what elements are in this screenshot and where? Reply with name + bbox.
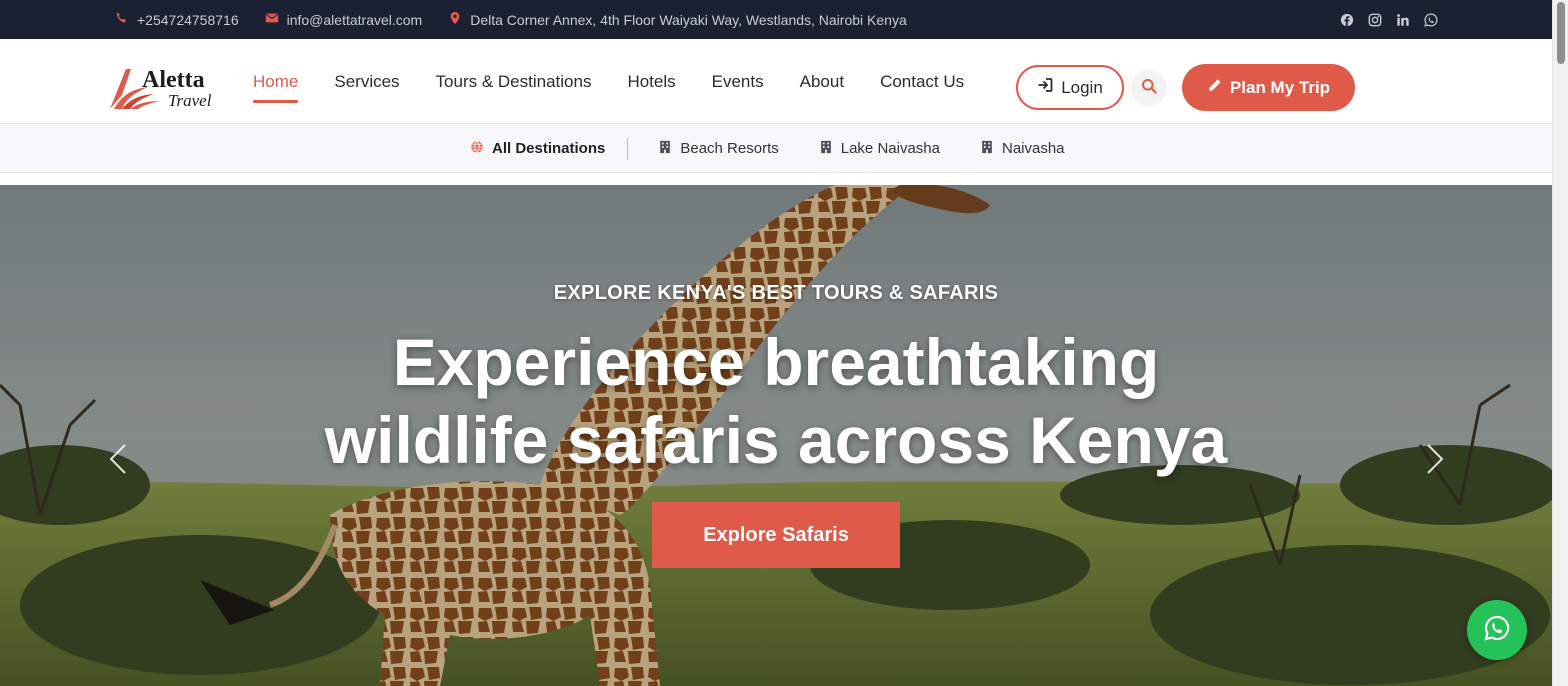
all-destinations-label: All Destinations (492, 140, 606, 157)
subnav-item-beach-resorts[interactable]: Beach Resorts (658, 140, 779, 158)
whatsapp-icon[interactable] (1424, 13, 1438, 27)
explore-safaris-button[interactable]: Explore Safaris (652, 502, 900, 568)
instagram-icon[interactable] (1368, 13, 1382, 27)
phone-contact[interactable]: +254724758716 (115, 11, 239, 28)
destination-label: Lake Naivasha (840, 140, 940, 157)
building-icon (980, 140, 994, 158)
destination-label: Beach Resorts (680, 140, 779, 157)
slider-next-arrow[interactable] (1425, 443, 1445, 475)
email-address: info@alettatravel.com (286, 11, 423, 28)
hero-slider: EXPLORE KENYA'S BEST TOURS & SAFARIS Exp… (0, 185, 1552, 686)
subnav-item-lake-naivasha[interactable]: Lake Naivasha (819, 140, 940, 158)
page-scrollbar[interactable] (1552, 0, 1568, 686)
facebook-icon[interactable] (1340, 13, 1354, 27)
plan-my-trip-label: Plan My Trip (1229, 77, 1331, 97)
scrollbar-thumb[interactable] (1557, 2, 1565, 64)
subnav-item-all-destinations[interactable]: All Destinations (470, 140, 605, 158)
sign-in-icon (1037, 77, 1053, 98)
whatsapp-icon (1483, 614, 1511, 647)
nav-item-services[interactable]: Services (334, 72, 399, 92)
address-contact: Delta Corner Annex, 4th Floor Waiyaki Wa… (448, 11, 907, 28)
aletta-travel-logo[interactable]: Aletta Travel (108, 65, 216, 111)
nav-item-events[interactable]: Events (712, 72, 764, 92)
envelope-icon (265, 11, 279, 28)
primary-menu: Home Services Tours & Destinations Hotel… (253, 39, 964, 124)
hero-kicker: EXPLORE KENYA'S BEST TOURS & SAFARIS (553, 282, 999, 304)
logo-primary-text: Aletta (142, 67, 205, 93)
subnav-divider (627, 137, 629, 160)
chevron-left-icon (109, 444, 126, 474)
social-links (1340, 0, 1438, 39)
address-text: Delta Corner Annex, 4th Floor Waiyaki Wa… (470, 11, 907, 28)
linkedin-icon[interactable] (1396, 13, 1410, 27)
whatsapp-chat-button[interactable] (1467, 600, 1527, 660)
phone-number: +254724758716 (137, 11, 239, 28)
contact-info: +254724758716 info@alettatravel.com Delt… (115, 0, 907, 39)
login-label: Login (1061, 77, 1103, 97)
subnav-item-naivasha[interactable]: Naivasha (980, 140, 1065, 158)
nav-item-hotels[interactable]: Hotels (627, 72, 675, 92)
phone-icon (115, 11, 129, 28)
nav-item-about[interactable]: About (800, 72, 844, 92)
destination-subnav: All Destinations Beach Resorts Lake Naiv… (0, 124, 1552, 173)
destination-label: Naivasha (1001, 140, 1065, 157)
globe-icon (470, 140, 484, 158)
nav-item-home[interactable]: Home (253, 72, 299, 103)
search-button[interactable] (1131, 70, 1167, 106)
building-icon (658, 140, 672, 158)
email-contact[interactable]: info@alettatravel.com (265, 11, 423, 28)
search-icon (1141, 78, 1157, 99)
pencil-icon (1207, 78, 1222, 98)
plan-my-trip-button[interactable]: Plan My Trip (1182, 64, 1355, 111)
nav-item-contact-us[interactable]: Contact Us (880, 72, 964, 92)
main-navigation: Aletta Travel Home Services Tours & Dest… (0, 39, 1552, 124)
map-pin-icon (448, 11, 462, 28)
login-button[interactable]: Login (1016, 65, 1124, 110)
top-contact-bar: +254724758716 info@alettatravel.com Delt… (0, 0, 1552, 39)
spacer (0, 173, 1552, 185)
nav-item-tours-destinations[interactable]: Tours & Destinations (436, 72, 592, 92)
logo-secondary-text: Travel (168, 91, 212, 110)
slider-prev-arrow[interactable] (108, 443, 128, 475)
building-icon (819, 140, 833, 158)
chevron-right-icon (1427, 444, 1444, 474)
hero-headline: Experience breathtaking wildlife safaris… (324, 325, 1228, 477)
